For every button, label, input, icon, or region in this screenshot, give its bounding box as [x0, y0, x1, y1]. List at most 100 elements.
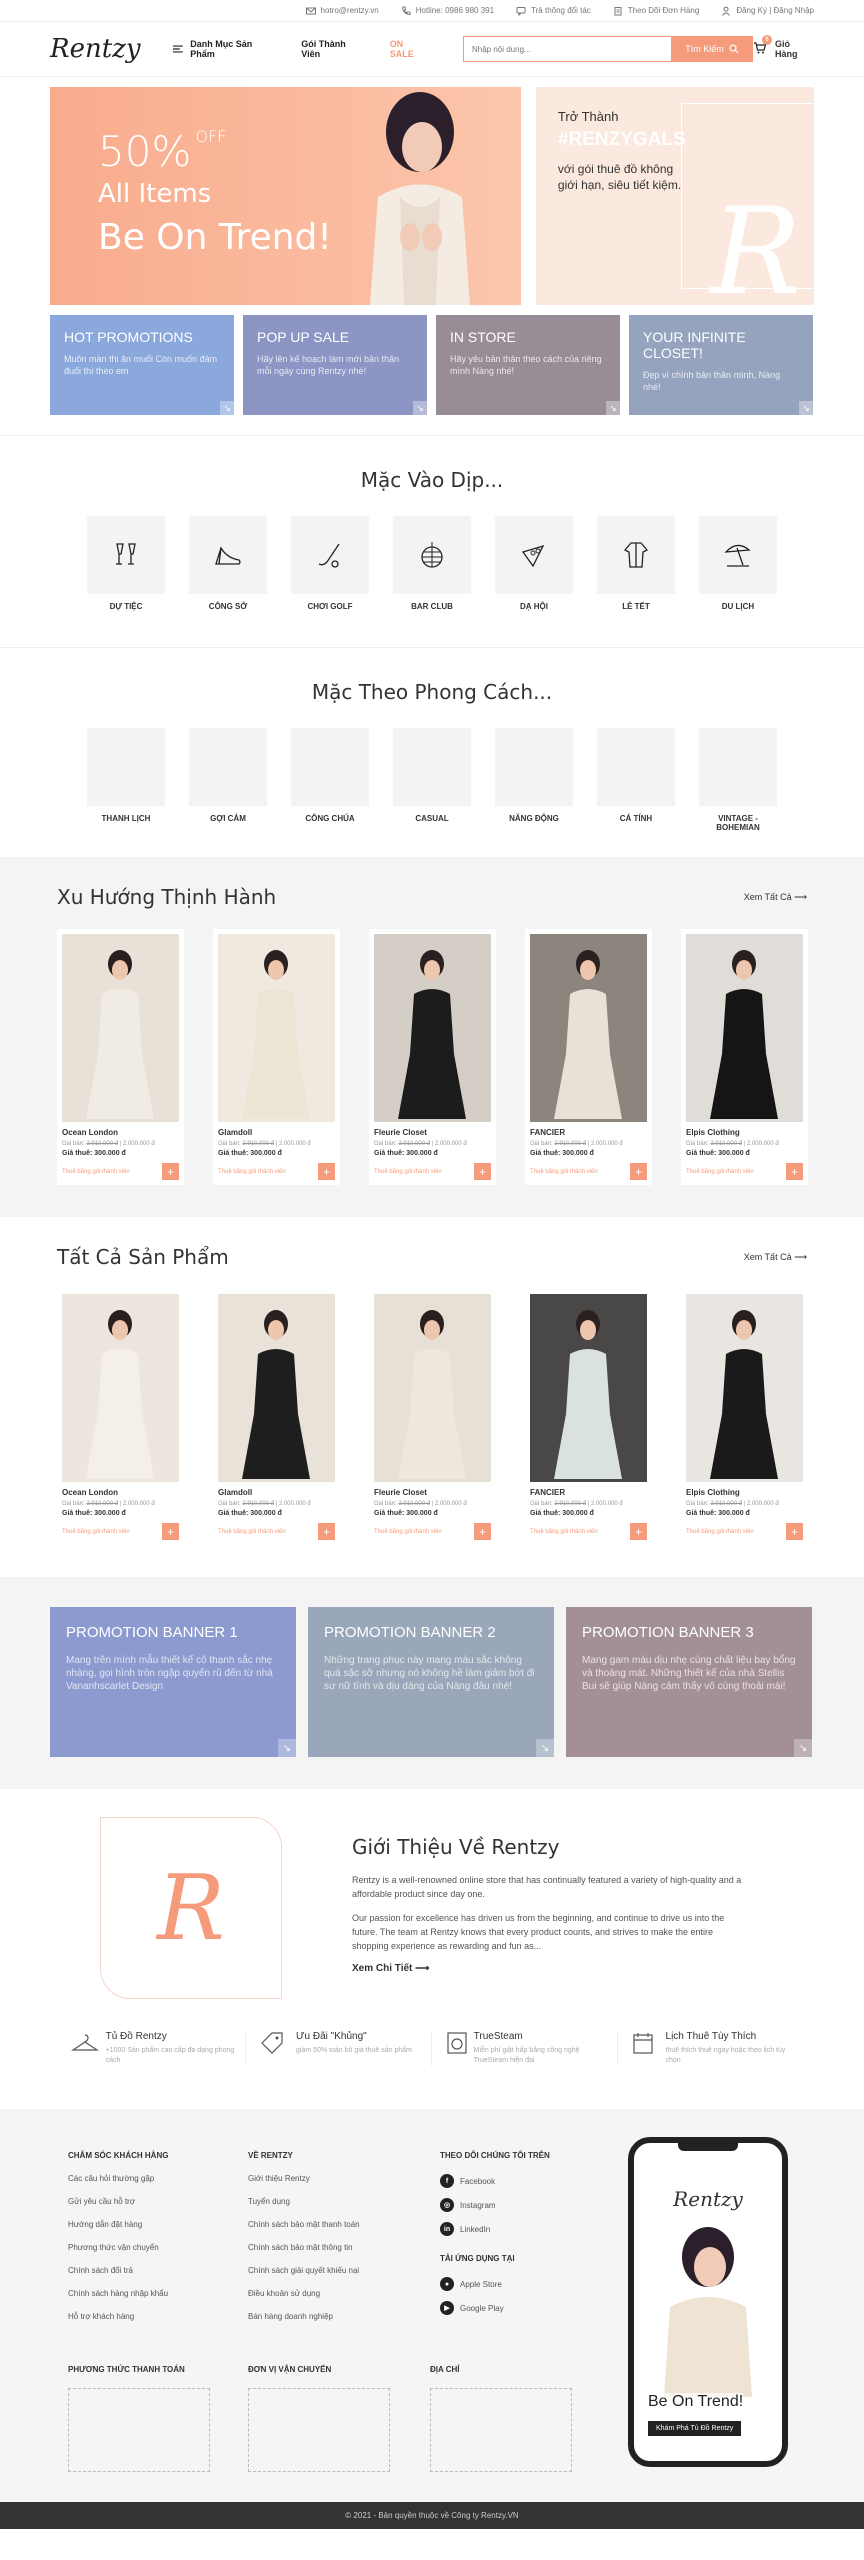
product-name[interactable]: Glamdoll [218, 1128, 335, 1137]
account-link[interactable]: Đăng Ký | Đăng Nhập [721, 6, 814, 16]
footer-link[interactable]: Chính sách bảo mật thanh toán [248, 2220, 360, 2229]
member-rent-link[interactable]: Thuê bằng gói thành viên [218, 1529, 286, 1535]
product-card[interactable]: Fleurie Closet Giá bán: 2.910.000 đ | 2.0… [369, 929, 496, 1185]
occasion-bar-club[interactable]: BAR CLUB [393, 516, 471, 611]
promo-tile-closet[interactable]: YOUR INFINITE CLOSET! Đẹp vì chính bản t… [629, 315, 813, 415]
linkedin-link[interactable]: in LinkedIn [440, 2222, 550, 2236]
renzygals-banner[interactable]: Trở Thành #RENZYGALS với gói thuê đồ khô… [535, 87, 814, 305]
product-image[interactable] [374, 934, 491, 1122]
style-edgy[interactable]: CÁ TÍNH [597, 728, 675, 832]
product-image[interactable] [530, 1294, 647, 1482]
site-logo[interactable]: Rentzy [50, 34, 148, 64]
add-to-cart-button[interactable]: + [162, 1163, 179, 1180]
add-to-cart-button[interactable]: + [786, 1523, 803, 1540]
product-name[interactable]: Fleurie Closet [374, 1128, 491, 1137]
product-image[interactable] [218, 934, 335, 1122]
style-casual[interactable]: CASUAL [393, 728, 471, 832]
member-rent-link[interactable]: Thuê bằng gói thành viên [218, 1169, 286, 1175]
add-to-cart-button[interactable]: + [318, 1523, 335, 1540]
product-card[interactable]: Ocean London Giá bán: 2.910.000 đ | 2.000… [57, 1289, 184, 1545]
instagram-link[interactable]: ◎ Instagram [440, 2198, 550, 2212]
search-input[interactable] [462, 36, 671, 62]
promo-tile-popup[interactable]: POP UP SALE Hãy lên kế hoạch làm mới bản… [243, 315, 427, 415]
trending-view-all[interactable]: Xem Tất Cả ⟶ [744, 892, 807, 903]
occasion-tet[interactable]: LỄ TẾT [597, 516, 675, 611]
product-image[interactable] [686, 934, 803, 1122]
product-name[interactable]: FANCIER [530, 1488, 647, 1497]
product-card[interactable]: Glamdoll Giá bán: 2.910.000 đ | 2.000.000… [213, 1289, 340, 1545]
about-more-link[interactable]: Xem Chi Tiết ⟶ [352, 1963, 752, 1974]
style-princess[interactable]: CÔNG CHÚA [291, 728, 369, 832]
product-image[interactable] [686, 1294, 803, 1482]
footer-link[interactable]: Các câu hỏi thường gặp [68, 2174, 168, 2183]
footer-link[interactable]: Chính sách đổi trả [68, 2266, 168, 2275]
footer-link[interactable]: Điều khoản sử dụng [248, 2289, 360, 2298]
style-vintage[interactable]: VINTAGE - BOHEMIAN [699, 728, 777, 832]
product-name[interactable]: Ocean London [62, 1488, 179, 1497]
hero-banner[interactable]: 50% OFF All Items Be On Trend! [50, 87, 521, 305]
product-card[interactable]: Fleurie Closet Giá bán: 2.910.000 đ | 2.0… [369, 1289, 496, 1545]
promo-tile-hot[interactable]: HOT PROMOTIONS Muôn màn thi ăn muối Còn … [50, 315, 234, 415]
footer-link[interactable]: Hướng dẫn đặt hàng [68, 2220, 168, 2229]
product-name[interactable]: Fleurie Closet [374, 1488, 491, 1497]
product-card[interactable]: Elpis Clothing Giá bán: 2.910.000 đ | 2.0… [681, 1289, 808, 1545]
footer-link[interactable]: Chính sách bảo mật thông tin [248, 2243, 360, 2252]
cart-button[interactable]: 0 Giỏ Hàng [753, 35, 814, 59]
product-image[interactable] [374, 1294, 491, 1482]
product-image[interactable] [62, 1294, 179, 1482]
product-card[interactable]: FANCIER Giá bán: 2.910.000 đ | 2.000.000 … [525, 1289, 652, 1545]
all-products-view-all[interactable]: Xem Tất Cả ⟶ [744, 1252, 807, 1263]
member-rent-link[interactable]: Thuê bằng gói thành viên [686, 1529, 754, 1535]
style-elegant[interactable]: THANH LỊCH [87, 728, 165, 832]
product-card[interactable]: Glamdoll Giá bán: 2.910.000 đ | 2.000.000… [213, 929, 340, 1185]
product-name[interactable]: Elpis Clothing [686, 1488, 803, 1497]
occasion-party[interactable]: DỰ TIỆC [87, 516, 165, 611]
member-rent-link[interactable]: Thuê bằng gói thành viên [62, 1169, 130, 1175]
add-to-cart-button[interactable]: + [474, 1523, 491, 1540]
add-to-cart-button[interactable]: + [786, 1163, 803, 1180]
partner-link[interactable]: Trả thông đổi tác [516, 6, 591, 16]
add-to-cart-button[interactable]: + [630, 1523, 647, 1540]
promotion-banner-3[interactable]: PROMOTION BANNER 3 Mang gam màu dịu nhẹ … [566, 1607, 812, 1757]
occasion-ball[interactable]: DẠ HỘI [495, 516, 573, 611]
apple-store-link[interactable]: ● Apple Store [440, 2277, 550, 2291]
promotion-banner-1[interactable]: PROMOTION BANNER 1 Mang trên mình mẫu th… [50, 1607, 296, 1757]
track-order-link[interactable]: Theo Dõi Đơn Hàng [613, 6, 699, 16]
add-to-cart-button[interactable]: + [162, 1523, 179, 1540]
footer-link[interactable]: Giới thiệu Rentzy [248, 2174, 360, 2183]
product-card[interactable]: FANCIER Giá bán: 2.910.000 đ | 2.000.000 … [525, 929, 652, 1185]
product-name[interactable]: Ocean London [62, 1128, 179, 1137]
member-rent-link[interactable]: Thuê bằng gói thành viên [62, 1529, 130, 1535]
footer-link[interactable]: Gửi yêu cầu hỗ trợ [68, 2197, 168, 2206]
member-rent-link[interactable]: Thuê bằng gói thành viên [374, 1169, 442, 1175]
member-rent-link[interactable]: Thuê bằng gói thành viên [374, 1529, 442, 1535]
promo-tile-instore[interactable]: IN STORE Hãy yêu bản thân theo cách của … [436, 315, 620, 415]
occasion-golf[interactable]: CHƠI GOLF [291, 516, 369, 611]
nav-categories[interactable]: Danh Mục Sản Phẩm [172, 39, 277, 59]
nav-membership[interactable]: Gói Thành Viên [301, 39, 365, 59]
footer-link[interactable]: Hỗ trợ khách hàng [68, 2312, 168, 2321]
style-sexy[interactable]: GỢI CẢM [189, 728, 267, 832]
occasion-travel[interactable]: DU LỊCH [699, 516, 777, 611]
member-rent-link[interactable]: Thuê bằng gói thành viên [530, 1529, 598, 1535]
member-rent-link[interactable]: Thuê bằng gói thành viên [686, 1169, 754, 1175]
product-image[interactable] [218, 1294, 335, 1482]
member-rent-link[interactable]: Thuê bằng gói thành viên [530, 1169, 598, 1175]
add-to-cart-button[interactable]: + [474, 1163, 491, 1180]
footer-link[interactable]: Tuyển dụng [248, 2197, 360, 2206]
google-play-link[interactable]: ▶ Google Play [440, 2301, 550, 2315]
footer-link[interactable]: Phương thức vận chuyển [68, 2243, 168, 2252]
footer-link[interactable]: Chính sách giải quyết khiếu nại [248, 2266, 360, 2275]
product-name[interactable]: Glamdoll [218, 1488, 335, 1497]
phone-explore-button[interactable]: Khám Phá Tủ Đồ Rentzy [648, 2421, 742, 2436]
style-active[interactable]: NĂNG ĐỘNG [495, 728, 573, 832]
email-link[interactable]: hotro@rentzy.vn [305, 6, 379, 16]
nav-on-sale[interactable]: ON SALE [390, 39, 429, 59]
promotion-banner-2[interactable]: PROMOTION BANNER 2 Những trang phục này … [308, 1607, 554, 1757]
search-button[interactable]: Tìm Kiếm [670, 36, 753, 62]
hotline-link[interactable]: Hotline: 0986 980 391 [401, 6, 494, 16]
footer-link[interactable]: Bán hàng doanh nghiệp [248, 2312, 360, 2321]
product-name[interactable]: FANCIER [530, 1128, 647, 1137]
add-to-cart-button[interactable]: + [318, 1163, 335, 1180]
product-name[interactable]: Elpis Clothing [686, 1128, 803, 1137]
